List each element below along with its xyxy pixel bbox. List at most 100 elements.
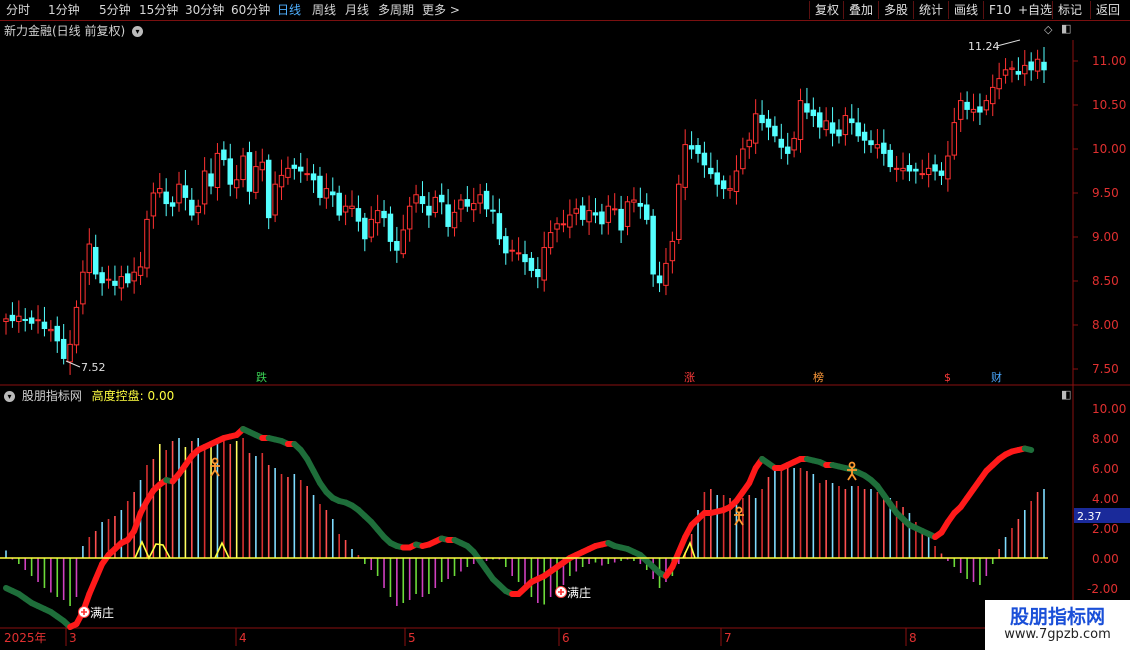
candle-body — [528, 257, 535, 271]
candle-body — [1015, 71, 1022, 75]
candle-body — [772, 125, 778, 137]
candle-body — [913, 168, 919, 172]
candle-body — [195, 205, 201, 214]
candle-body — [547, 232, 554, 249]
candle-body — [925, 167, 932, 175]
indicator-tick: 2.00 — [1092, 522, 1119, 536]
candle-body — [413, 194, 419, 204]
candle-body — [874, 144, 881, 149]
candle-body — [579, 205, 586, 220]
indicator-label: 高度控盘: — [91, 389, 144, 403]
panel-toggle-icon[interactable]: ◧ — [1061, 388, 1071, 401]
candle-body — [233, 179, 240, 189]
candle-body — [406, 205, 413, 230]
candle-body — [221, 149, 227, 161]
indicator-tick: 4.00 — [1092, 492, 1119, 506]
candle-body — [951, 122, 958, 156]
indicator-dropdown-icon[interactable]: ▾ — [4, 391, 15, 402]
watermark-url: www.7gpzb.com — [1004, 627, 1111, 642]
candle-body — [797, 100, 804, 141]
candle-body — [708, 167, 714, 175]
candle-body — [1002, 69, 1009, 76]
candle-body — [849, 118, 855, 124]
candle-body — [54, 325, 61, 342]
candle-body — [573, 208, 580, 214]
indicator-tick: 0.00 — [1092, 552, 1119, 566]
candle-body — [105, 278, 112, 281]
candle-body — [695, 145, 701, 154]
candle-body — [515, 252, 522, 255]
candle-body — [964, 101, 970, 110]
candle-body — [656, 275, 663, 284]
low-price-label: 7.52 — [81, 361, 106, 374]
candle-body — [438, 194, 445, 203]
indicator-line-segment — [1021, 445, 1035, 453]
candle-body — [490, 209, 496, 212]
candle-body — [342, 205, 349, 213]
candle-body — [688, 145, 695, 150]
candle-body — [189, 199, 195, 216]
candle-body — [28, 317, 35, 324]
candle-body — [86, 243, 93, 274]
candle-body — [253, 166, 259, 193]
candle-body — [682, 144, 688, 188]
candle-body — [778, 138, 785, 148]
candle-body — [1041, 61, 1047, 71]
indicator-histogram — [5, 438, 1045, 606]
watermark-logo: 股朋指标网 www.7gpzb.com — [985, 600, 1130, 650]
kline-chart[interactable]: 11.00 10.50 10.00 9.50 9.00 8.50 8.00 7.… — [0, 0, 1130, 650]
candle-body — [60, 338, 67, 359]
candle-body — [144, 218, 150, 269]
candle-body — [784, 146, 791, 154]
candle-body — [272, 183, 278, 216]
title-dropdown-icon[interactable]: ▾ — [132, 26, 144, 37]
candle-body — [983, 100, 990, 111]
candle-body — [503, 236, 509, 254]
candle-body — [989, 86, 996, 105]
candle-body — [900, 167, 906, 172]
candle-body — [176, 183, 182, 204]
candle-body — [310, 173, 317, 181]
candle-body — [41, 321, 48, 330]
candle-body — [285, 167, 291, 178]
panel-toggle-icon[interactable]: ◧ — [1061, 22, 1071, 35]
candle-body — [278, 174, 285, 188]
candle-body — [618, 208, 624, 231]
candle-body — [804, 103, 810, 113]
candle-body — [868, 140, 874, 146]
candle-body — [432, 196, 439, 213]
candle-body — [163, 191, 169, 205]
candle-body — [451, 211, 458, 229]
candle-body — [131, 271, 137, 282]
candle-body — [554, 223, 560, 230]
indicator-title: ▾ 股朋指标网 高度控盘: 0.00 — [4, 387, 174, 404]
candle-body — [374, 210, 381, 224]
price-axis: 11.00 10.50 10.00 9.50 9.00 8.50 8.00 7.… — [1092, 54, 1126, 376]
candle-body — [669, 240, 676, 262]
event-marker-board: 榜 — [813, 370, 824, 384]
indicator-tick: 6.00 — [1092, 462, 1119, 476]
candle-body — [92, 246, 99, 275]
candle-body — [387, 213, 394, 242]
candle-body — [118, 276, 125, 289]
candle-body — [765, 118, 772, 128]
candle-body — [714, 172, 720, 185]
candle-body — [297, 166, 304, 172]
diamond-icon[interactable]: ◇ — [1044, 23, 1052, 36]
candle-body — [932, 164, 938, 172]
price-tick: 11.00 — [1092, 54, 1126, 68]
candle-body — [445, 204, 451, 227]
event-marker-down: 跌 — [256, 370, 267, 384]
candle-body — [426, 205, 432, 216]
full-position-label: 满庄 — [567, 585, 591, 600]
candle-body — [137, 266, 144, 276]
candle-body — [157, 188, 163, 194]
candle-body — [368, 218, 374, 238]
candle-body — [362, 217, 368, 240]
candle-body — [855, 122, 861, 137]
candle-body — [48, 328, 54, 332]
event-marker-dollar: $ — [944, 371, 951, 384]
candle-body — [842, 115, 849, 136]
candle-body — [970, 108, 977, 113]
candle-body — [906, 165, 913, 172]
